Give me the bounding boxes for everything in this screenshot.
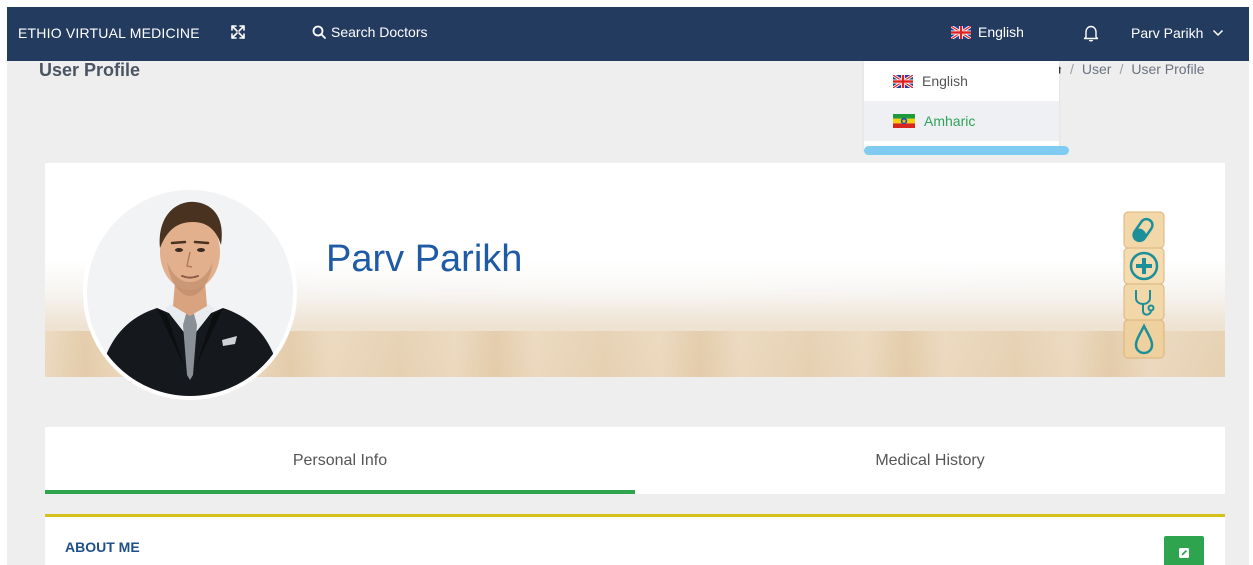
language-option-amharic[interactable]: Amharic (864, 101, 1059, 141)
language-option-english[interactable]: English (864, 61, 1059, 101)
breadcrumb-user-profile: User Profile (1131, 61, 1205, 77)
edit-about-button[interactable] (1164, 536, 1204, 565)
chevron-down-icon (1213, 29, 1224, 37)
language-option-label: English (922, 73, 968, 89)
ethiopia-flag-icon (893, 114, 915, 128)
fullscreen-icon[interactable] (230, 24, 246, 40)
user-menu[interactable]: Parv Parikh (1131, 25, 1224, 41)
breadcrumb: / User / User Profile (1052, 61, 1204, 77)
about-me-title: ABOUT ME (65, 539, 140, 555)
tab-medical-history[interactable]: Medical History (635, 427, 1225, 494)
profile-tabs: Personal Info Medical History (45, 427, 1225, 494)
top-navbar: ETHIO VIRTUAL MEDICINE Search Doctors En… (7, 7, 1249, 61)
uk-flag-icon (893, 74, 913, 88)
tab-personal-info[interactable]: Personal Info (45, 427, 635, 494)
language-dropdown: English Amharic (864, 61, 1059, 152)
profile-name: Parv Parikh (326, 238, 523, 280)
active-tab-indicator (45, 490, 635, 494)
language-selector[interactable]: English (951, 24, 1024, 40)
page-title: User Profile (39, 60, 141, 80)
tab-label: Medical History (875, 451, 985, 469)
search-icon (312, 25, 326, 39)
dropdown-scrollbar[interactable] (864, 146, 1069, 155)
uk-flag-icon (951, 25, 971, 39)
avatar (83, 186, 297, 400)
breadcrumb-separator: / (1070, 61, 1074, 77)
about-me-card: ABOUT ME (45, 514, 1225, 565)
bell-icon[interactable] (1083, 24, 1099, 42)
user-name: Parv Parikh (1131, 25, 1204, 41)
brand-title[interactable]: ETHIO VIRTUAL MEDICINE (18, 25, 200, 41)
breadcrumb-separator: / (1119, 61, 1124, 77)
avatar-portrait (87, 190, 293, 396)
language-option-label: Amharic (924, 113, 976, 129)
tab-label: Personal Info (292, 451, 388, 469)
breadcrumb-user[interactable]: User (1082, 61, 1112, 77)
medical-cubes-illustration (1123, 211, 1165, 359)
language-label: English (978, 24, 1024, 40)
edit-icon (1179, 548, 1189, 558)
search-doctors-link[interactable]: Search Doctors (312, 24, 427, 40)
search-doctors-label: Search Doctors (331, 24, 428, 40)
